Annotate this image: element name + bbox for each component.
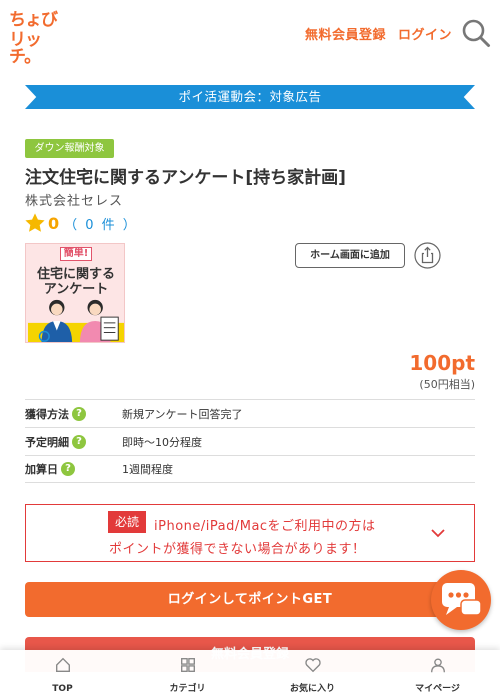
warning-line1: iPhone/iPad/Macをご利用中の方は [154, 519, 376, 534]
nav-label-favorites: お気に入り [289, 684, 335, 694]
ad-thumbnail: 簡単! 住宅に関する アンケート [25, 243, 125, 343]
home-icon [55, 657, 70, 672]
share-icon[interactable] [414, 242, 441, 269]
nav-top[interactable]: TOP [0, 650, 125, 700]
info-row-method: 獲得方法 ? 新規アンケート回答完了 [25, 399, 475, 427]
register-link[interactable]: 無料会員登録 [305, 24, 386, 43]
nav-label-top: TOP [52, 684, 73, 694]
bottom-nav: TOP カテゴリ お気に入り マイページ [0, 650, 500, 700]
chat-support-button[interactable] [431, 570, 491, 630]
chevron-down-icon[interactable] [430, 527, 446, 539]
thumbnail-easy-badge: 簡単! [60, 247, 92, 261]
info-label-schedule: 予定明細 [25, 435, 69, 449]
info-label-method: 獲得方法 [25, 407, 69, 421]
nav-category[interactable]: カテゴリ [125, 650, 250, 700]
chobirich-logo[interactable]: ちょび リッチ。 [9, 10, 71, 66]
thumbnail-line2: アンケート [43, 282, 109, 297]
login-link[interactable]: ログイン [398, 24, 452, 43]
must-read-badge: 必読 [108, 511, 146, 533]
info-value-schedule: 即時～10分程度 [122, 435, 202, 449]
rating-value: 0 [48, 213, 60, 233]
info-label-credit-date: 加算日 [25, 463, 58, 476]
category-icon [180, 658, 195, 672]
help-icon[interactable]: ? [72, 434, 86, 449]
reward-yen-equivalent: (50円相当) [419, 378, 475, 391]
nav-favorites[interactable]: お気に入り [250, 650, 375, 700]
rating: 0 （ 0 件 ） [24, 211, 138, 235]
user-icon [430, 658, 445, 673]
info-row-schedule: 予定明細 ? 即時～10分程度 [25, 427, 475, 455]
info-value-method: 新規アンケート回答完了 [122, 407, 243, 421]
nav-label-mypage: マイページ [415, 684, 460, 694]
nav-mypage[interactable]: マイページ [375, 650, 500, 700]
logo-line1: ちょび [9, 10, 58, 30]
info-row-credit-date: 加算日 ? 1週間程度 [25, 455, 475, 483]
help-icon[interactable]: ? [61, 462, 75, 476]
reward-info-table: 獲得方法 ? 新規アンケート回答完了 予定明細 ? 即時～10分程度 加算日 ?… [25, 399, 475, 483]
header: ちょび リッチ。 無料会員登録 ログイン [0, 0, 500, 66]
ad-title: 注文住宅に関するアンケート[持ち家計画] [25, 168, 346, 188]
chat-bubble-icon [442, 583, 482, 616]
nav-label-category: カテゴリ [169, 684, 206, 694]
reward-badge: ダウン報酬対象 [25, 139, 114, 158]
login-get-points-button[interactable]: ログインしてポイントGET [25, 582, 475, 617]
apple-warning-accordion[interactable]: 必読 iPhone/iPad/Macをご利用中の方は ポイントが獲得できない場合… [25, 504, 475, 562]
star-icon [25, 213, 45, 232]
company-name: 株式会社セレス [25, 194, 124, 209]
info-value-credit-date: 1週間程度 [122, 463, 173, 476]
heart-icon [304, 658, 321, 673]
warning-line2: ポイントが獲得できない場合があります！ [109, 542, 366, 557]
review-count-link[interactable]: （ 0 件 ） [64, 214, 138, 233]
search-icon[interactable] [461, 18, 491, 48]
help-icon[interactable]: ? [72, 406, 86, 421]
logo-line2: リッチ。 [9, 30, 42, 67]
reward-points: 100pt [409, 351, 475, 375]
add-to-home-button[interactable]: ホーム画面に追加 [295, 243, 405, 268]
thumbnail-illustration [28, 299, 124, 342]
campaign-banner[interactable]: ポイ活運動会：対象広告 [25, 85, 475, 109]
